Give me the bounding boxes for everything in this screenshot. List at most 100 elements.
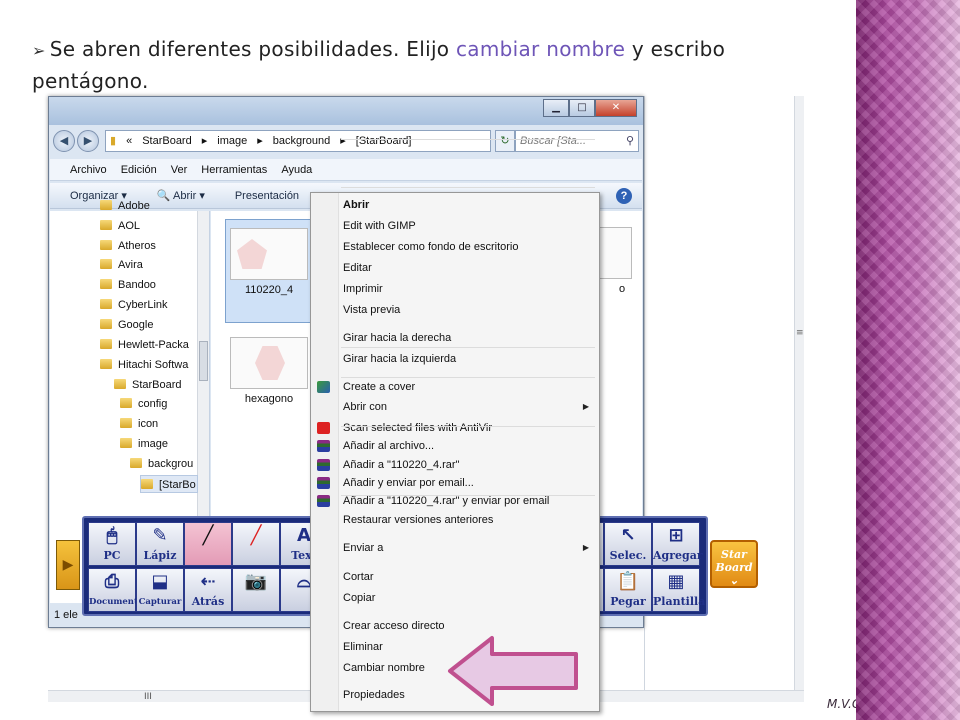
breadcrumb-background[interactable]: background bbox=[273, 131, 331, 151]
menu-item-imprimir[interactable]: Imprimir bbox=[339, 279, 597, 299]
menu-item-scan-selected-files-with-antivir[interactable]: Scan selected files with AntiVir bbox=[317, 418, 597, 438]
folder-icon bbox=[120, 438, 132, 448]
breadcrumb-separator-icon: ▸ bbox=[201, 135, 208, 147]
starboard-tool-button[interactable]: ⇠ Atrás bbox=[184, 568, 232, 612]
folder-icon bbox=[100, 299, 112, 309]
menu-ver[interactable]: Ver bbox=[171, 159, 188, 180]
address-bar[interactable]: ▮ « StarBoard ▸ image ▸ background ▸ [St… bbox=[105, 130, 491, 152]
file-item-hexagono[interactable]: hexagono bbox=[225, 329, 313, 433]
forward-button[interactable]: ▶ bbox=[77, 130, 99, 152]
starboard-tool-button[interactable]: ✎ Lápiz bbox=[136, 522, 184, 566]
tree-item-label: config bbox=[138, 398, 168, 410]
title-bar[interactable]: ▁ □ ✕ bbox=[49, 97, 643, 125]
tree-item-label: backgrou bbox=[148, 458, 194, 470]
tree-item[interactable]: Hewlett-Packa bbox=[100, 336, 198, 354]
tree-item[interactable]: icon bbox=[120, 415, 198, 433]
menu-item-girar-hacia-la-derecha[interactable]: Girar hacia la derecha bbox=[339, 328, 597, 348]
menu-ayuda[interactable]: Ayuda bbox=[281, 159, 312, 180]
tree-item[interactable]: config bbox=[120, 395, 198, 413]
minimize-button[interactable]: ▁ bbox=[543, 99, 569, 117]
menu-item-abrir[interactable]: Abrir bbox=[339, 195, 597, 215]
starboard-tool-button[interactable]: 📋 Pegar bbox=[604, 568, 652, 612]
maximize-button[interactable]: □ bbox=[569, 99, 595, 117]
tree-item[interactable]: [StarBo bbox=[140, 475, 198, 493]
menu-item-crear-acceso-directo[interactable]: Crear acceso directo bbox=[339, 616, 597, 636]
starboard-tool-button[interactable]: ⊞ Agregar bbox=[652, 522, 703, 566]
menu-item-label: Girar hacia la izquierda bbox=[343, 353, 457, 365]
tree-item[interactable]: Hitachi Softwa bbox=[100, 356, 198, 374]
tree-item-label: Atheros bbox=[118, 240, 156, 252]
menu-item-label: Crear acceso directo bbox=[343, 620, 445, 632]
breadcrumb-image[interactable]: image bbox=[217, 131, 247, 151]
starboard-tool-button[interactable]: ↖ Selec. bbox=[604, 522, 652, 566]
file-thumbnail bbox=[230, 337, 308, 389]
back-button[interactable]: ◀ bbox=[53, 130, 75, 152]
menu-item-añadir-al-archivo[interactable]: Añadir al archivo... bbox=[317, 436, 597, 456]
tree-item-label: Hitachi Softwa bbox=[118, 359, 189, 371]
tool-label: Plantilla bbox=[653, 595, 706, 608]
menu-item-label: Vista previa bbox=[343, 304, 401, 316]
menu-item-label: Enviar a bbox=[343, 542, 384, 554]
menu-item-enviar-a[interactable]: Enviar a ▶ bbox=[339, 538, 597, 558]
tree-item[interactable]: Atheros bbox=[100, 237, 198, 255]
menu-item-abrir-con[interactable]: Abrir con ▶ bbox=[339, 397, 597, 417]
menu-herramientas[interactable]: Herramientas bbox=[201, 159, 267, 180]
close-button[interactable]: ✕ bbox=[595, 99, 637, 117]
presentation-button[interactable]: Presentación bbox=[235, 183, 299, 208]
tree-item[interactable]: Bandoo bbox=[100, 276, 198, 294]
menu-item-girar-hacia-la-izquierda[interactable]: Girar hacia la izquierda bbox=[339, 349, 597, 369]
starboard-tool-button[interactable]: ╱ bbox=[232, 522, 280, 566]
background-scrollbar[interactable]: ≡ bbox=[794, 96, 804, 700]
breadcrumb-starboard[interactable]: StarBoard bbox=[142, 131, 192, 151]
menu-item-create-a-cover[interactable]: Create a cover bbox=[317, 377, 597, 397]
starboard-collapse-tab[interactable]: ▶ bbox=[56, 540, 80, 590]
nav-scroll-thumb[interactable] bbox=[199, 341, 208, 381]
file-item-110220-4[interactable]: 110220_4 bbox=[225, 219, 313, 323]
breadcrumb-current[interactable]: [StarBoard] bbox=[356, 131, 412, 151]
starboard-tool-button[interactable]: ▦ Plantilla bbox=[652, 568, 706, 612]
starboard-tool-button[interactable]: ⬓ Capturar bbox=[136, 568, 184, 612]
menu-archivo[interactable]: Archivo bbox=[70, 159, 107, 180]
tree-item[interactable]: Google bbox=[100, 316, 198, 334]
menu-item-cortar[interactable]: Cortar bbox=[339, 567, 597, 587]
menu-item-edit-with-gimp[interactable]: Edit with GIMP bbox=[339, 216, 597, 236]
menu-item-vista-previa[interactable]: Vista previa bbox=[339, 300, 597, 320]
tool-icon: 📋 bbox=[616, 571, 640, 592]
tree-item[interactable]: CyberLink bbox=[100, 296, 198, 314]
folder-icon bbox=[100, 279, 112, 289]
folder-icon bbox=[130, 458, 142, 468]
menu-item-editar[interactable]: Editar bbox=[339, 258, 597, 278]
menu-bar: Archivo Edición Ver Herramientas Ayuda bbox=[50, 159, 642, 181]
starboard-tool-button[interactable]: ⎙ Documento bbox=[88, 568, 144, 612]
tree-item[interactable]: Avira bbox=[100, 256, 198, 274]
tool-icon: ✎ bbox=[152, 525, 168, 546]
menu-item-añadir-a-110220-4-rar-y-enviar-por-email[interactable]: Añadir a "110220_4.rar" y enviar por ema… bbox=[317, 491, 597, 511]
tree-item[interactable]: Adobe bbox=[100, 197, 198, 215]
tool-icon: ╱ bbox=[250, 525, 262, 546]
address-overflow[interactable]: « bbox=[126, 131, 132, 151]
tree-item[interactable]: StarBoard bbox=[114, 376, 198, 394]
menu-item-restaurar-versiones-anteriores[interactable]: Restaurar versiones anteriores bbox=[339, 510, 597, 530]
tool-icon: ╱ bbox=[202, 525, 214, 546]
menu-edicion[interactable]: Edición bbox=[121, 159, 157, 180]
search-icon[interactable]: ⚲ bbox=[626, 131, 634, 151]
search-input[interactable]: Buscar [Sta... ⚲ bbox=[515, 130, 639, 152]
menu-separator bbox=[341, 495, 595, 496]
refresh-button[interactable]: ↻ bbox=[495, 130, 515, 152]
tree-item[interactable]: AOL bbox=[100, 217, 198, 235]
tree-item[interactable]: image bbox=[120, 435, 198, 453]
tree-item-label: icon bbox=[138, 418, 159, 430]
starboard-tool-button[interactable]: ╱ bbox=[184, 522, 232, 566]
starboard-logo-button[interactable]: Star Board ⌄ bbox=[710, 540, 758, 588]
menu-item-establecer-como-fondo-de-escritorio[interactable]: Establecer como fondo de escritorio bbox=[339, 237, 597, 257]
menu-separator bbox=[341, 347, 595, 348]
menu-item-label: Añadir al archivo... bbox=[343, 440, 435, 452]
help-icon[interactable]: ? bbox=[616, 188, 632, 204]
menu-item-añadir-a-110220-4-rar[interactable]: Añadir a "110220_4.rar" bbox=[317, 455, 597, 475]
starboard-tool-button[interactable]: 📷 bbox=[232, 568, 280, 612]
starboard-tool-button[interactable]: 🖱 PC bbox=[88, 522, 136, 566]
menu-item-añadir-y-enviar-por-email[interactable]: Añadir y enviar por email... bbox=[317, 473, 597, 493]
menu-item-copiar[interactable]: Copiar bbox=[339, 588, 597, 608]
tree-item[interactable]: backgrou bbox=[130, 455, 198, 473]
tree-item-label: CyberLink bbox=[118, 299, 168, 311]
